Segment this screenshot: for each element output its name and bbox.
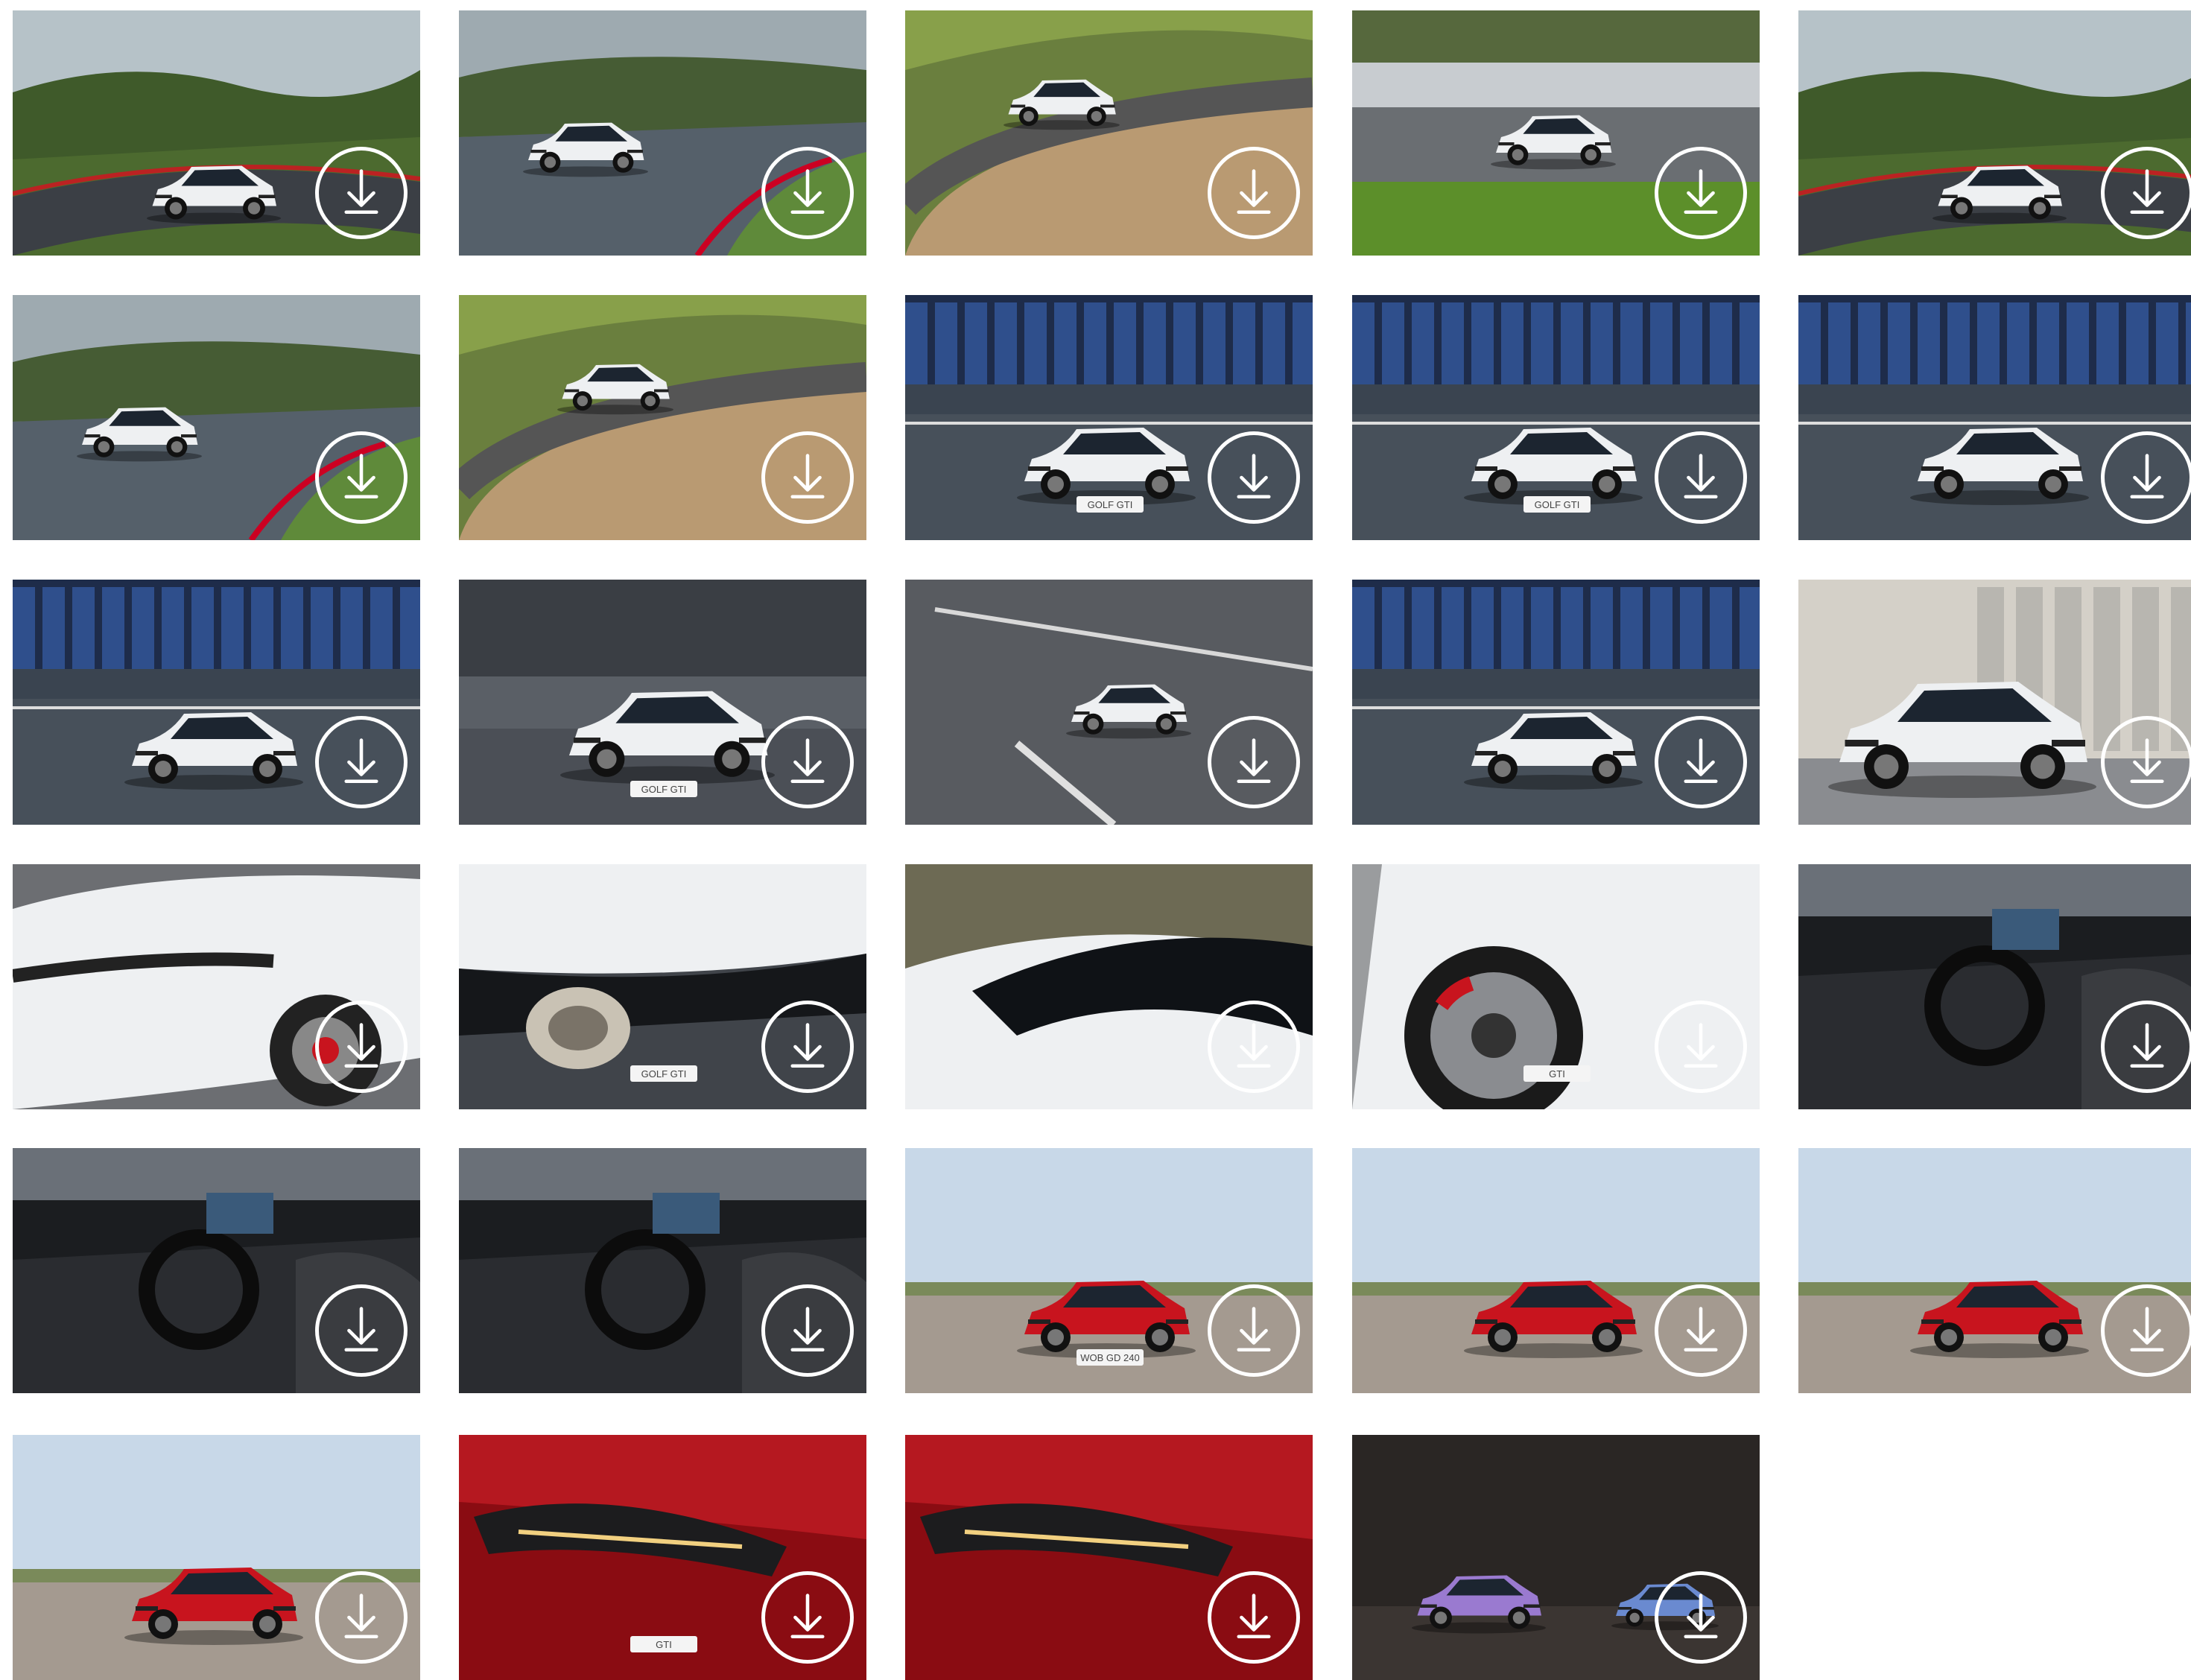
download-icon xyxy=(1237,1307,1271,1352)
download-button[interactable] xyxy=(315,431,408,524)
svg-text:WOB GD 240: WOB GD 240 xyxy=(1080,1352,1139,1363)
download-button[interactable] xyxy=(1655,1284,1747,1377)
download-button[interactable] xyxy=(761,147,854,239)
download-icon xyxy=(1237,454,1271,499)
download-button[interactable] xyxy=(761,716,854,808)
svg-text:GOLF GTI: GOLF GTI xyxy=(641,784,687,795)
svg-text:GTI: GTI xyxy=(656,1639,672,1650)
download-button[interactable] xyxy=(315,1284,408,1377)
download-icon xyxy=(790,169,825,215)
download-icon xyxy=(2130,738,2164,784)
download-icon xyxy=(1237,169,1271,215)
gallery-image-tile[interactable] xyxy=(13,295,420,540)
gallery-image-tile[interactable] xyxy=(1352,580,1760,825)
download-button[interactable] xyxy=(1208,431,1300,524)
gallery-image-tile[interactable] xyxy=(1798,580,2191,825)
gallery-image-tile[interactable] xyxy=(13,1148,420,1393)
download-icon xyxy=(790,1023,825,1068)
download-button[interactable] xyxy=(1655,431,1747,524)
download-button[interactable] xyxy=(2101,716,2191,808)
download-button[interactable] xyxy=(315,1571,408,1664)
download-button[interactable] xyxy=(1208,1571,1300,1664)
gallery-image-tile[interactable]: GTI xyxy=(1352,864,1760,1109)
svg-text:GOLF GTI: GOLF GTI xyxy=(1535,499,1580,510)
download-icon xyxy=(2130,1023,2164,1068)
gallery-image-tile[interactable] xyxy=(13,10,420,256)
download-button[interactable] xyxy=(2101,1284,2191,1377)
gallery-image-tile[interactable]: GOLF GTI xyxy=(459,580,866,825)
download-button[interactable] xyxy=(761,1284,854,1377)
download-icon xyxy=(344,1594,378,1639)
download-button[interactable] xyxy=(1655,716,1747,808)
download-icon xyxy=(2130,454,2164,499)
download-icon xyxy=(1684,169,1718,215)
download-button[interactable] xyxy=(1655,147,1747,239)
download-icon xyxy=(1684,1023,1718,1068)
download-button[interactable] xyxy=(315,147,408,239)
download-icon xyxy=(1684,454,1718,499)
download-icon xyxy=(1684,1594,1718,1639)
download-button[interactable] xyxy=(761,1571,854,1664)
gallery-image-tile[interactable]: GOLF GTI xyxy=(1352,295,1760,540)
download-icon xyxy=(1237,738,1271,784)
download-button[interactable] xyxy=(1208,1284,1300,1377)
download-button[interactable] xyxy=(1208,1001,1300,1093)
download-icon xyxy=(1684,738,1718,784)
download-icon xyxy=(344,1023,378,1068)
download-icon xyxy=(1237,1594,1271,1639)
download-icon xyxy=(2130,169,2164,215)
gallery-image-tile[interactable] xyxy=(459,295,866,540)
gallery-image-tile[interactable] xyxy=(13,580,420,825)
gallery-image-tile[interactable] xyxy=(905,10,1313,256)
gallery-image-tile[interactable]: WOB GD 240 xyxy=(905,1148,1313,1393)
download-icon xyxy=(344,454,378,499)
gallery-image-tile[interactable]: GTI xyxy=(459,1435,866,1680)
gallery-image-tile[interactable] xyxy=(13,1435,420,1680)
gallery-image-tile[interactable] xyxy=(1798,10,2191,256)
download-button[interactable] xyxy=(1655,1571,1747,1664)
download-icon xyxy=(344,738,378,784)
gallery-image-tile[interactable]: GOLF GTI xyxy=(459,864,866,1109)
download-button[interactable] xyxy=(1208,716,1300,808)
download-button[interactable] xyxy=(1208,147,1300,239)
download-button[interactable] xyxy=(1655,1001,1747,1093)
gallery-image-tile[interactable] xyxy=(905,1435,1313,1680)
download-button[interactable] xyxy=(2101,431,2191,524)
download-icon xyxy=(790,1307,825,1352)
media-gallery: GOLF GTI GOLF GTI GOLF GTI GOLF GTI GTI … xyxy=(0,0,2191,1680)
gallery-image-tile[interactable] xyxy=(1352,10,1760,256)
gallery-image-tile[interactable]: GOLF GTI xyxy=(905,295,1313,540)
svg-text:GOLF GTI: GOLF GTI xyxy=(1088,499,1133,510)
gallery-image-tile[interactable] xyxy=(1798,295,2191,540)
download-icon xyxy=(790,738,825,784)
gallery-image-tile[interactable] xyxy=(1352,1148,1760,1393)
gallery-image-tile[interactable] xyxy=(13,864,420,1109)
svg-text:GOLF GTI: GOLF GTI xyxy=(641,1068,687,1080)
download-icon xyxy=(1237,1023,1271,1068)
gallery-image-tile[interactable] xyxy=(1798,864,2191,1109)
download-icon xyxy=(790,454,825,499)
gallery-image-tile[interactable] xyxy=(1798,1148,2191,1393)
download-icon xyxy=(2130,1307,2164,1352)
download-button[interactable] xyxy=(2101,1001,2191,1093)
gallery-image-tile[interactable] xyxy=(459,1148,866,1393)
gallery-image-tile[interactable] xyxy=(1352,1435,1760,1680)
download-icon xyxy=(790,1594,825,1639)
svg-text:GTI: GTI xyxy=(1549,1068,1565,1080)
download-button[interactable] xyxy=(315,1001,408,1093)
download-button[interactable] xyxy=(2101,147,2191,239)
gallery-image-tile[interactable] xyxy=(459,10,866,256)
download-button[interactable] xyxy=(761,1001,854,1093)
download-button[interactable] xyxy=(761,431,854,524)
download-icon xyxy=(344,169,378,215)
gallery-image-tile[interactable] xyxy=(905,864,1313,1109)
download-icon xyxy=(1684,1307,1718,1352)
gallery-image-tile[interactable] xyxy=(905,580,1313,825)
download-icon xyxy=(344,1307,378,1352)
download-button[interactable] xyxy=(315,716,408,808)
